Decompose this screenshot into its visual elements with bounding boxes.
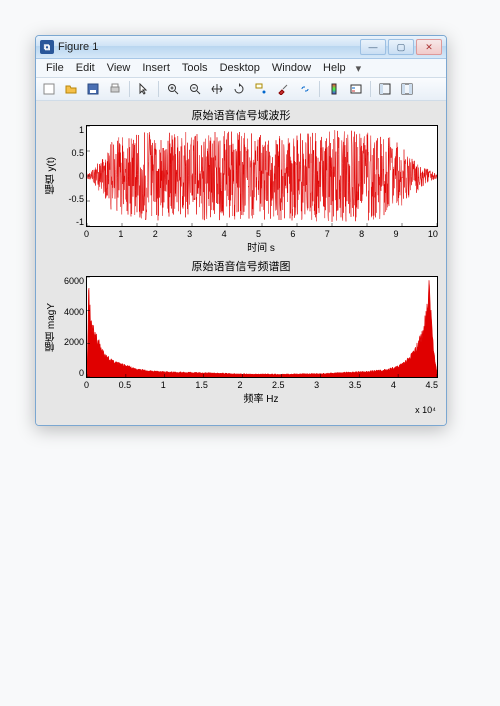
close-button[interactable]: ✕ xyxy=(416,39,442,55)
axes1-xticks: 012345678910 xyxy=(84,227,438,239)
axes1-title: 原始语音信号域波形 xyxy=(44,107,438,123)
axes-waveform[interactable]: 原始语音信号域波形 幅值 y(t) 10.50-0.5-1 0123456789… xyxy=(44,107,438,254)
axes2-title: 原始语音信号频谱图 xyxy=(44,258,438,274)
brush-icon[interactable] xyxy=(273,79,293,99)
figure-window: ⧉ Figure 1 — ▢ ✕ File Edit View Insert T… xyxy=(35,35,447,426)
rotate-icon[interactable] xyxy=(229,79,249,99)
print-icon[interactable] xyxy=(105,79,125,99)
toolbar xyxy=(36,78,446,101)
axes1-yticks: 10.50-0.5-1 xyxy=(58,125,86,227)
figure-canvas: 原始语音信号域波形 幅值 y(t) 10.50-0.5-1 0123456789… xyxy=(36,101,446,425)
axes2-xlabel: 频率 Hz xyxy=(84,390,438,405)
zoom-out-icon[interactable] xyxy=(185,79,205,99)
matlab-figure-icon: ⧉ xyxy=(40,40,54,54)
menu-tools[interactable]: Tools xyxy=(176,62,214,74)
pan-icon[interactable] xyxy=(207,79,227,99)
link-icon[interactable] xyxy=(295,79,315,99)
axes2-plot[interactable] xyxy=(86,276,438,378)
window-title: Figure 1 xyxy=(58,41,356,53)
data-cursor-icon[interactable] xyxy=(251,79,271,99)
new-figure-icon[interactable] xyxy=(39,79,59,99)
axes1-ylabel: 幅值 y(t) xyxy=(44,157,59,194)
axes2-xticks: 00.511.522.533.544.5 xyxy=(84,378,438,390)
insert-colorbar-icon[interactable] xyxy=(324,79,344,99)
zoom-in-icon[interactable] xyxy=(163,79,183,99)
axes1-plot[interactable] xyxy=(86,125,438,227)
axes2-yticks: 6000400020000 xyxy=(58,276,86,378)
axes2-xscale: x 10⁴ xyxy=(84,405,438,415)
window-controls: — ▢ ✕ xyxy=(360,39,442,55)
axes2-ylabel: 幅值 magY xyxy=(44,303,59,352)
menu-file[interactable]: File xyxy=(40,62,70,74)
hide-plot-tools-icon[interactable] xyxy=(375,79,395,99)
menu-help[interactable]: Help xyxy=(317,62,352,74)
minimize-button[interactable]: — xyxy=(360,39,386,55)
toolbar-separator xyxy=(319,81,320,97)
menubar: File Edit View Insert Tools Desktop Wind… xyxy=(36,59,446,78)
toolbar-separator xyxy=(158,81,159,97)
show-plot-tools-icon[interactable] xyxy=(397,79,417,99)
pointer-icon[interactable] xyxy=(134,79,154,99)
menu-dropdown-icon[interactable]: ▾ xyxy=(356,62,362,75)
maximize-button[interactable]: ▢ xyxy=(388,39,414,55)
save-icon[interactable] xyxy=(83,79,103,99)
menu-view[interactable]: View xyxy=(101,62,137,74)
axes-spectrum[interactable]: 原始语音信号频谱图 幅值 magY 6000400020000 00.511.5… xyxy=(44,258,438,415)
menu-window[interactable]: Window xyxy=(266,62,317,74)
insert-legend-icon[interactable] xyxy=(346,79,366,99)
menu-edit[interactable]: Edit xyxy=(70,62,101,74)
open-icon[interactable] xyxy=(61,79,81,99)
toolbar-separator xyxy=(129,81,130,97)
menu-desktop[interactable]: Desktop xyxy=(214,62,266,74)
titlebar[interactable]: ⧉ Figure 1 — ▢ ✕ xyxy=(36,36,446,59)
axes1-xlabel: 时间 s xyxy=(84,239,438,254)
menu-insert[interactable]: Insert xyxy=(136,62,176,74)
toolbar-separator xyxy=(370,81,371,97)
